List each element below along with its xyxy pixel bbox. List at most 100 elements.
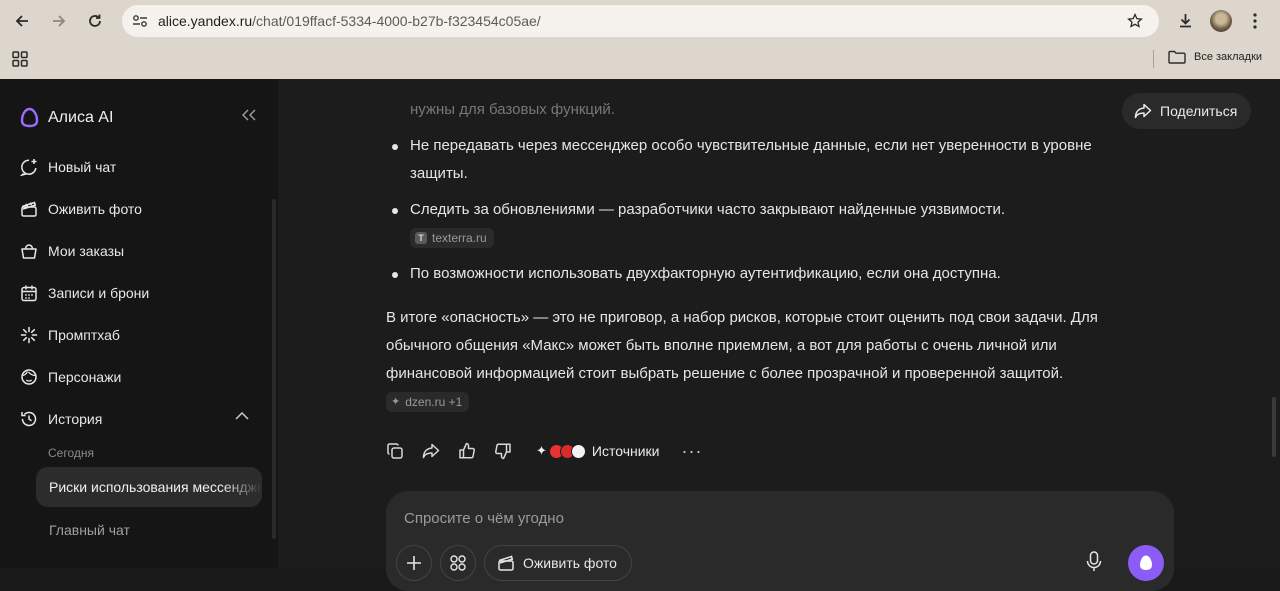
collapse-sidebar-icon[interactable]: [242, 109, 256, 121]
animate-photo-button[interactable]: Оживить фото: [484, 545, 632, 581]
new-chat-icon: [20, 159, 37, 176]
sidebar-item-label: Мои заказы: [48, 243, 125, 259]
source-chip-label: dzen.ru +1: [405, 395, 463, 410]
faded-line: нужны для базовых функций.: [410, 101, 615, 118]
back-arrow-icon: [15, 15, 28, 27]
url-path: /chat/019ffacf-5334-4000-b27b-f323454c05…: [252, 13, 541, 29]
source-chip[interactable]: ✦ dzen.ru +1: [386, 392, 470, 413]
browser-toolbar: alice.yandex.ru/chat/019ffacf-5334-4000-…: [0, 0, 1280, 42]
copy-button[interactable]: [384, 440, 406, 462]
url-host: alice.yandex.ru: [158, 13, 253, 29]
sidebar-scrollbar[interactable]: [272, 199, 276, 539]
brand-name: Алиса AI: [48, 108, 114, 126]
forward-button[interactable]: [46, 8, 72, 34]
bullet-text: По возможности использовать двухфакторну…: [410, 265, 1001, 282]
bookmarks-bar: Все закладки: [0, 42, 1280, 79]
share-arrow-icon: [422, 443, 440, 459]
thumbs-down-icon: [495, 443, 511, 460]
bullet-item: По возможности использовать двухфакторну…: [392, 260, 1130, 288]
bookmarks-separator: [1153, 50, 1154, 68]
share-button[interactable]: Поделиться: [1122, 93, 1252, 129]
bullet-item: Следить за обновлениями — разработчики ч…: [392, 196, 1130, 252]
like-button[interactable]: [456, 440, 478, 462]
conclusion-paragraph: В итоге «опасность» — это не приговор, а…: [386, 304, 1126, 416]
download-icon[interactable]: [1177, 12, 1194, 29]
source-favicons: ✦: [536, 443, 586, 459]
texterra-favicon-icon: [570, 443, 586, 459]
microphone-icon[interactable]: [1086, 551, 1102, 573]
sidebar-item-label: Записи и брони: [48, 285, 150, 301]
reload-button[interactable]: [82, 8, 108, 34]
calendar-icon: [21, 285, 37, 302]
clapper-icon: [498, 555, 514, 571]
send-button[interactable]: [1128, 545, 1164, 581]
forward-arrow-icon: [53, 15, 66, 27]
sidebar-item-orders[interactable]: Мои заказы: [20, 242, 124, 260]
brand[interactable]: Алиса AI: [20, 107, 113, 128]
clapper-icon: [21, 201, 37, 217]
face-icon: [21, 369, 37, 385]
sidebar-item-bookings[interactable]: Записи и брони: [20, 284, 149, 302]
main-scrollbar[interactable]: [1272, 397, 1276, 457]
sources-button[interactable]: ✦ Источники: [536, 443, 660, 459]
composer: Оживить фото: [386, 491, 1174, 591]
sidebar-item-prompthub[interactable]: Промптхаб: [20, 326, 120, 344]
sidebar-item-history[interactable]: История: [20, 410, 102, 428]
reload-icon: [89, 14, 101, 27]
sidebar-item-label: Промптхаб: [48, 327, 120, 343]
copy-icon: [387, 443, 403, 459]
more-options-icon[interactable]: ···: [682, 441, 703, 462]
grid-icon: [450, 555, 466, 571]
sidebar: Алиса AI Новый чат Оживить фото Мои зака…: [0, 79, 278, 568]
history-chat-active[interactable]: Риски использования мессенджера Макс: [36, 467, 262, 507]
sidebar-item-characters[interactable]: Персонажи: [20, 368, 121, 386]
all-bookmarks-button[interactable]: Все закладки: [1168, 50, 1262, 64]
chat-main: нужны для базовых функций. Не передавать…: [278, 79, 1280, 591]
share-arrow-icon: [1134, 103, 1152, 119]
alice-send-icon: [1140, 555, 1152, 570]
dislike-button[interactable]: [492, 440, 514, 462]
history-icon: [21, 411, 37, 427]
source-chip[interactable]: T texterra.ru: [410, 228, 494, 249]
bullet-text: Следить за обновлениями — разработчики ч…: [410, 201, 1005, 218]
share-message-button[interactable]: [420, 440, 442, 462]
bullet-item: Не передавать через мессенджер особо чув…: [392, 132, 1130, 188]
star-icon[interactable]: [1127, 13, 1143, 29]
message-actions: ✦ Источники ···: [384, 440, 702, 462]
attach-button[interactable]: [396, 545, 432, 581]
sparkle-burst-icon: [20, 326, 38, 344]
sidebar-item-animate-photo[interactable]: Оживить фото: [20, 200, 142, 218]
sources-label: Источники: [591, 443, 660, 459]
folder-icon: [1168, 50, 1186, 64]
thumbs-up-icon: [459, 442, 475, 459]
plus-icon: [407, 556, 421, 570]
sidebar-item-label: Новый чат: [48, 159, 117, 175]
url-text: alice.yandex.ru/chat/019ffacf-5334-4000-…: [158, 13, 541, 29]
sidebar-item-new-chat[interactable]: Новый чат: [20, 158, 116, 176]
basket-icon: [21, 244, 37, 259]
sidebar-item-label: Персонажи: [48, 369, 122, 385]
alice-logo-icon: [20, 107, 39, 128]
all-bookmarks-label: Все закладки: [1194, 51, 1263, 63]
browser-chrome: alice.yandex.ru/chat/019ffacf-5334-4000-…: [0, 0, 1280, 79]
history-group-label: Сегодня: [48, 446, 94, 460]
sparkle-icon: ✦: [391, 396, 401, 409]
share-label: Поделиться: [1160, 103, 1238, 119]
conclusion-text: В итоге «опасность» — это не приговор, а…: [386, 309, 1098, 382]
site-settings-icon[interactable]: [132, 14, 148, 28]
address-bar[interactable]: alice.yandex.ru/chat/019ffacf-5334-4000-…: [122, 5, 1159, 37]
kebab-menu-icon[interactable]: [1252, 12, 1258, 30]
prompt-input[interactable]: [404, 507, 1004, 529]
sparkle-icon: ✦: [536, 443, 547, 458]
back-button[interactable]: [9, 8, 35, 34]
source-chip-label: texterra.ru: [432, 231, 487, 246]
sidebar-item-label: Оживить фото: [48, 201, 142, 217]
animate-photo-label: Оживить фото: [523, 555, 617, 571]
apps-grid-icon[interactable]: [12, 51, 28, 67]
history-chat-main[interactable]: Главный чат: [49, 522, 130, 538]
profile-avatar[interactable]: [1210, 10, 1232, 32]
texterra-favicon-icon: T: [415, 232, 427, 245]
tools-button[interactable]: [440, 545, 476, 581]
chevron-up-icon[interactable]: [235, 412, 249, 420]
sidebar-item-label: История: [48, 411, 103, 427]
